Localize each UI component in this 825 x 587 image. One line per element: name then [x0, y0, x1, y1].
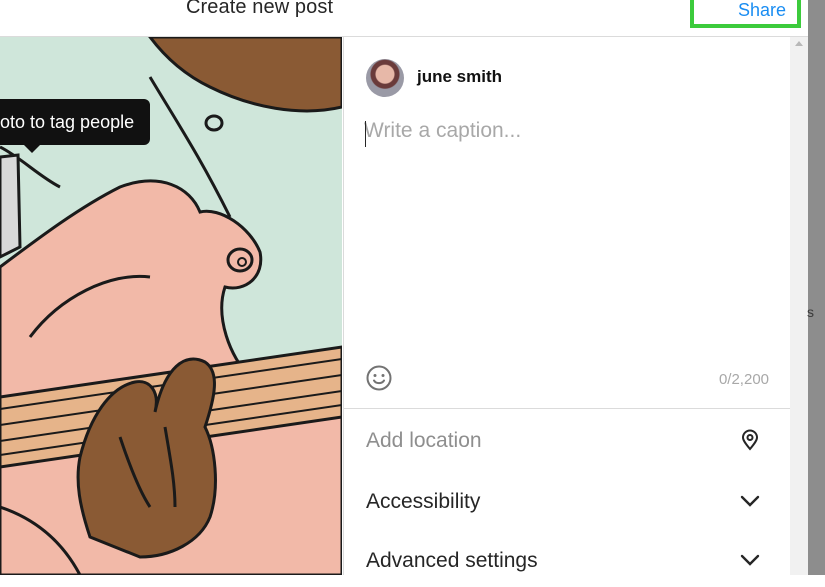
add-location-row[interactable]: Add location	[344, 411, 791, 467]
chevron-down-icon	[739, 549, 761, 571]
username: june smith	[417, 67, 503, 86]
panel-scrollbar[interactable]	[790, 37, 808, 575]
post-details-panel: june smith 0/2,200 Add location Accessib…	[343, 37, 791, 575]
add-location-label: Add location	[366, 429, 482, 452]
post-image-preview[interactable]: oto to tag people	[0, 37, 342, 575]
chevron-down-icon	[739, 490, 761, 512]
text-cursor	[365, 121, 366, 147]
caption-character-count: 0/2,200	[718, 371, 769, 388]
tag-people-tooltip: oto to tag people	[0, 99, 151, 153]
accessibility-label: Accessibility	[366, 490, 481, 513]
avatar	[366, 59, 404, 97]
emoji-icon[interactable]	[366, 365, 392, 391]
caption-input[interactable]	[364, 119, 764, 349]
location-pin-icon	[739, 429, 761, 451]
modal-header: Create new post Share	[0, 0, 808, 37]
advanced-settings-row[interactable]: Advanced settings	[344, 531, 791, 587]
page-backdrop	[808, 0, 825, 575]
advanced-settings-label: Advanced settings	[366, 549, 538, 572]
modal-title: Create new post	[186, 0, 334, 18]
accessibility-row[interactable]: Accessibility	[344, 472, 791, 528]
backdrop-text-fragment: s	[807, 304, 814, 320]
scroll-up-arrow-icon[interactable]	[795, 41, 803, 46]
share-button-label: Share	[738, 0, 787, 20]
share-button[interactable]: Share	[690, 0, 801, 28]
divider	[344, 408, 791, 409]
